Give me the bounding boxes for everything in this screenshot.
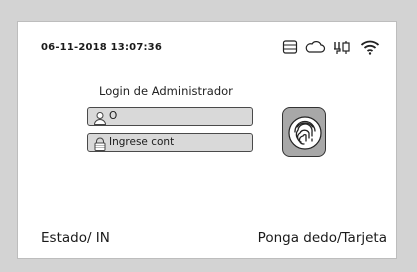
user-id-field[interactable]: O xyxy=(87,107,253,126)
wifi-icon xyxy=(360,39,380,59)
instruction-label: Ponga dedo/Tarjeta xyxy=(257,230,387,246)
usb-plug-icon xyxy=(332,39,352,59)
status-bar: 06-11-2018 13:07:36 xyxy=(18,22,396,55)
datetime-label: 06-11-2018 13:07:36 xyxy=(41,42,162,53)
fingerprint-button[interactable] xyxy=(282,107,326,157)
password-field[interactable]: Ingrese cont xyxy=(87,133,253,152)
terminal-screen: 06-11-2018 13:07:36 Login de Administrad… xyxy=(17,21,397,259)
device-frame: 06-11-2018 13:07:36 Login de Administrad… xyxy=(0,0,417,272)
cloud-icon xyxy=(304,39,326,59)
password-placeholder: Ingrese cont xyxy=(109,136,175,148)
storage-icon xyxy=(282,39,298,59)
user-id-value: O xyxy=(109,110,118,122)
login-title: Login de Administrador xyxy=(99,84,233,98)
user-icon xyxy=(93,110,107,125)
status-label: Estado/ IN xyxy=(41,230,110,246)
lock-icon xyxy=(93,136,107,151)
